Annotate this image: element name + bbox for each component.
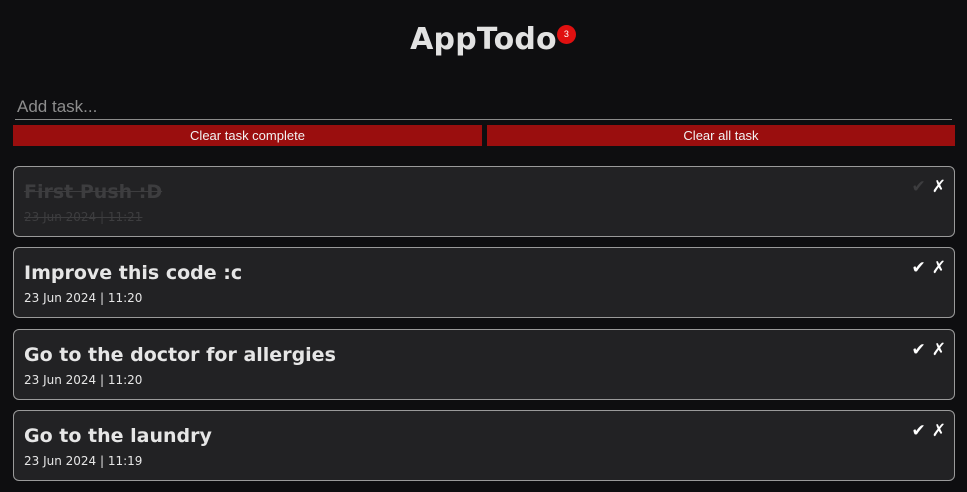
complete-check-icon[interactable]: ✔ <box>912 421 926 441</box>
task-card: Improve this code :c 23 Jun 2024 | 11:20… <box>13 247 955 318</box>
header: AppTodo 3 <box>0 22 967 57</box>
task-date: 23 Jun 2024 | 11:21 <box>24 210 143 224</box>
task-count-badge: 3 <box>556 25 576 44</box>
add-task-input[interactable] <box>15 94 952 120</box>
task-actions: ✔ ✗ <box>912 258 947 278</box>
delete-x-icon[interactable]: ✗ <box>932 177 946 197</box>
clear-completed-button[interactable]: Clear task complete <box>13 125 482 146</box>
todo-app: AppTodo 3 Clear task complete Clear all … <box>0 0 967 492</box>
clear-all-button[interactable]: Clear all task <box>487 125 955 146</box>
task-date: 23 Jun 2024 | 11:19 <box>24 454 143 468</box>
task-title: First Push :D <box>24 181 163 203</box>
task-title: Improve this code :c <box>24 262 243 284</box>
task-actions: ✔ ✗ <box>912 340 947 360</box>
complete-check-icon[interactable]: ✔ <box>912 177 926 197</box>
delete-x-icon[interactable]: ✗ <box>932 421 946 441</box>
delete-x-icon[interactable]: ✗ <box>932 258 946 278</box>
task-title: Go to the doctor for allergies <box>24 344 336 366</box>
task-actions: ✔ ✗ <box>912 421 947 441</box>
task-card: Go to the laundry 23 Jun 2024 | 11:19 ✔ … <box>13 410 955 481</box>
delete-x-icon[interactable]: ✗ <box>932 340 946 360</box>
task-date: 23 Jun 2024 | 11:20 <box>24 373 143 387</box>
task-actions: ✔ ✗ <box>912 177 947 197</box>
complete-check-icon[interactable]: ✔ <box>912 340 926 360</box>
task-title: Go to the laundry <box>24 425 212 447</box>
title-wrap: AppTodo 3 <box>410 22 576 57</box>
task-card: First Push :D 23 Jun 2024 | 11:21 ✔ ✗ <box>13 166 955 237</box>
task-date: 23 Jun 2024 | 11:20 <box>24 291 143 305</box>
app-title: AppTodo <box>410 22 557 57</box>
task-card: Go to the doctor for allergies 23 Jun 20… <box>13 329 955 400</box>
complete-check-icon[interactable]: ✔ <box>912 258 926 278</box>
